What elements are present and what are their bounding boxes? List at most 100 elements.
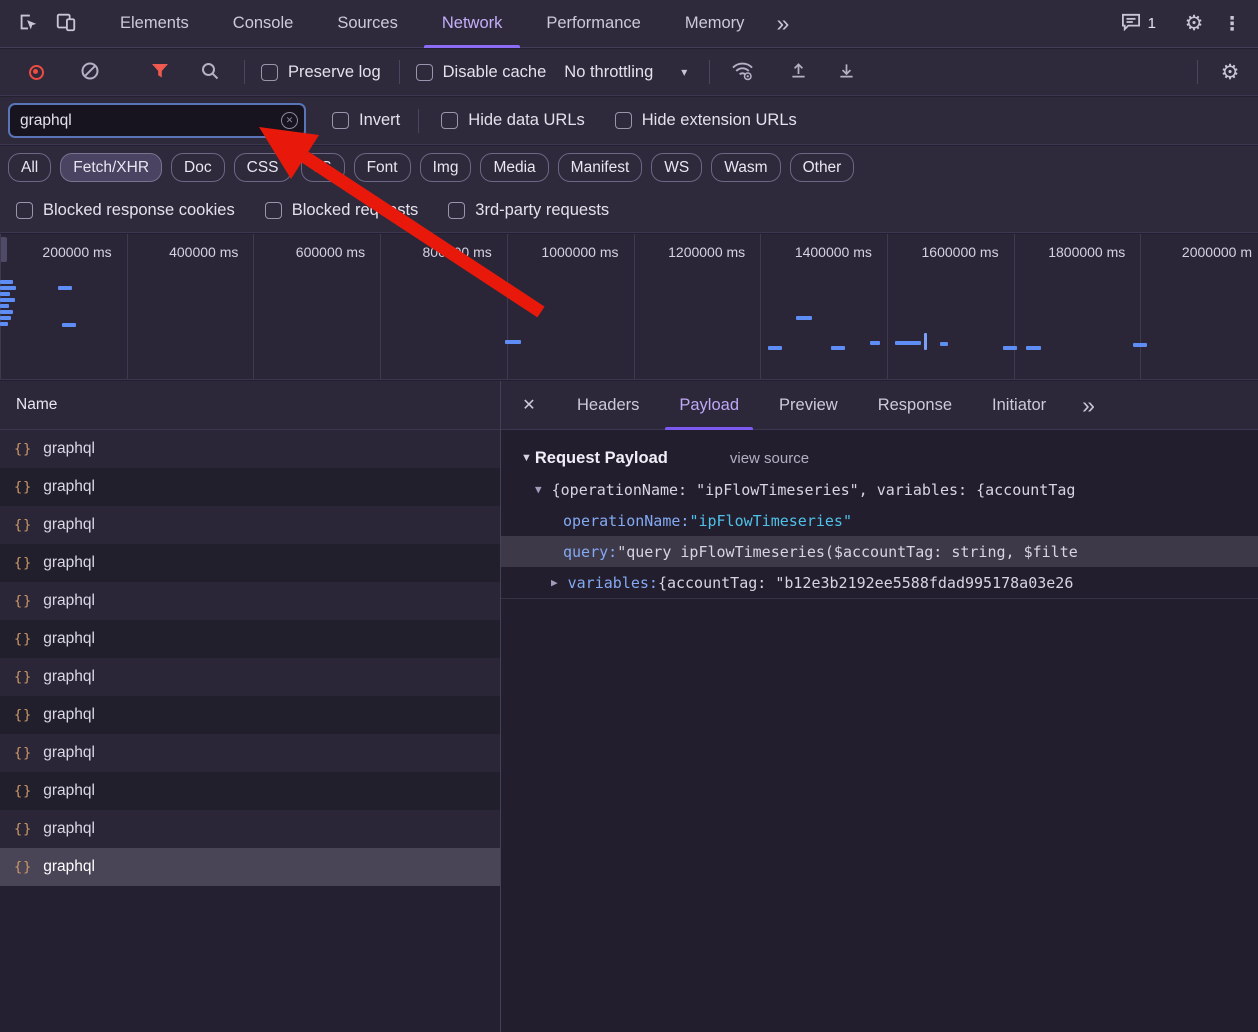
chip-doc[interactable]: Doc	[171, 153, 225, 182]
chip-manifest[interactable]: Manifest	[558, 153, 643, 182]
chip-js[interactable]: JS	[301, 153, 345, 182]
extra-filter-bar: Blocked response cookies Blocked requests…	[0, 189, 1258, 233]
throttling-select[interactable]: No throttling ▾	[564, 63, 687, 82]
timeline-label: 800000 ms	[381, 234, 507, 260]
detail-tab-payload[interactable]: Payload	[659, 381, 759, 430]
tab-console[interactable]: Console	[211, 0, 316, 48]
customize-devtools-button[interactable]: ⋮	[1216, 8, 1248, 40]
hide-data-urls-checkbox[interactable]: Hide data URLs	[441, 111, 584, 130]
request-details-panel: ✕ HeadersPayloadPreviewResponseInitiator…	[501, 381, 1258, 1032]
chip-css[interactable]: CSS	[234, 153, 292, 182]
request-name: graphql	[43, 478, 95, 496]
waterfall-mark	[796, 316, 812, 320]
tab-memory[interactable]: Memory	[663, 0, 767, 48]
hide-extension-urls-checkbox[interactable]: Hide extension URLs	[615, 111, 797, 130]
request-row[interactable]: {}graphql	[0, 544, 500, 582]
request-name: graphql	[43, 668, 95, 686]
request-row[interactable]: {}graphql	[0, 772, 500, 810]
collapse-triangle-icon[interactable]: ▼	[521, 452, 532, 464]
export-har-button[interactable]	[830, 56, 862, 88]
chip-ws[interactable]: WS	[651, 153, 702, 182]
inspect-element-button[interactable]	[12, 8, 44, 40]
chip-font[interactable]: Font	[354, 153, 411, 182]
waterfall-mark	[1003, 346, 1017, 350]
disable-cache-checkbox[interactable]: Disable cache	[416, 63, 547, 82]
chip-all[interactable]: All	[8, 153, 51, 182]
request-row[interactable]: {}graphql	[0, 506, 500, 544]
more-panels-icon[interactable]: »	[766, 12, 799, 35]
request-row[interactable]: {}graphql	[0, 620, 500, 658]
clear-filter-icon[interactable]: ✕	[281, 112, 298, 129]
waterfall-mark	[1026, 346, 1041, 350]
request-row[interactable]: {}graphql	[0, 468, 500, 506]
expand-arrow-icon[interactable]: ▶	[551, 576, 558, 589]
view-source-link[interactable]: view source	[730, 450, 809, 467]
detail-tab-response[interactable]: Response	[858, 381, 972, 430]
timeline-column: 1400000 ms	[760, 234, 887, 379]
chip-other[interactable]: Other	[790, 153, 855, 182]
upload-icon	[788, 60, 809, 84]
issues-button[interactable]: 1	[1121, 8, 1156, 40]
clear-network-log-button[interactable]	[74, 56, 106, 88]
devtools-main-tabbar: ElementsConsoleSourcesNetworkPerformance…	[0, 0, 1258, 48]
chip-wasm[interactable]: Wasm	[711, 153, 780, 182]
checkbox-blocked-response-cookies[interactable]: Blocked response cookies	[16, 201, 235, 220]
timeline-label: 200000 ms	[1, 234, 127, 260]
filter-input[interactable]	[8, 103, 306, 138]
checkbox-3rd-party-requests[interactable]: 3rd-party requests	[448, 201, 609, 220]
chip-fetch-xhr[interactable]: Fetch/XHR	[60, 153, 162, 182]
request-type-bar: All Fetch/XHR Doc CSS JS Font Img Media Manifest…	[0, 146, 1258, 189]
checkbox-icon	[416, 64, 433, 81]
payload-row-query[interactable]: query: "query ipFlowTimeseries($accountT…	[501, 536, 1258, 567]
divider	[399, 60, 400, 84]
network-settings-button[interactable]: ⚙	[1214, 56, 1246, 88]
close-details-icon[interactable]: ✕	[501, 395, 557, 415]
detail-tab-headers[interactable]: Headers	[557, 381, 659, 430]
network-conditions-button[interactable]	[726, 56, 758, 88]
request-name: graphql	[43, 706, 95, 724]
request-row[interactable]: {}graphql	[0, 430, 500, 468]
record-network-log-button[interactable]	[20, 56, 52, 88]
tab-network[interactable]: Network	[420, 0, 525, 48]
tab-elements[interactable]: Elements	[98, 0, 211, 48]
tab-performance[interactable]: Performance	[524, 0, 662, 48]
name-column-header[interactable]: Name	[0, 381, 500, 430]
request-row[interactable]: {} graphql	[0, 734, 500, 772]
request-name: graphql	[43, 744, 95, 762]
request-row[interactable]: {}graphql	[0, 582, 500, 620]
payload-row-operationname[interactable]: operationName: "ipFlowTimeseries"	[501, 505, 1258, 536]
json-braces-icon: {}	[14, 631, 32, 647]
request-row[interactable]: {}graphql	[0, 848, 500, 886]
payload-row-variables[interactable]: ▶variables: {accountTag: "b12e3b2192ee55…	[501, 567, 1258, 598]
payload-panel: ▼ Request Payload view source ▼ {operati…	[501, 430, 1258, 1032]
more-detail-tabs-icon[interactable]: »	[1072, 394, 1105, 417]
waterfall-mark	[0, 292, 10, 296]
preserve-log-label: Preserve log	[288, 63, 381, 82]
device-toolbar-button[interactable]	[50, 8, 82, 40]
import-har-button[interactable]	[782, 56, 814, 88]
settings-button[interactable]: ⚙	[1178, 8, 1210, 40]
request-name: graphql	[43, 554, 95, 572]
divider	[709, 60, 710, 84]
filter-toggle-button[interactable]	[144, 56, 176, 88]
tab-sources[interactable]: Sources	[315, 0, 420, 48]
request-row[interactable]: {}graphql	[0, 810, 500, 848]
waterfall-mark	[62, 323, 76, 327]
timeline-column: 2000000 m	[1140, 234, 1258, 379]
preserve-log-checkbox[interactable]: Preserve log	[261, 63, 381, 82]
detail-tab-preview[interactable]: Preview	[759, 381, 858, 430]
expand-arrow-icon[interactable]: ▼	[535, 483, 542, 496]
checkbox-blocked-requests[interactable]: Blocked requests	[265, 201, 419, 220]
request-row[interactable]: {}graphql	[0, 658, 500, 696]
search-button[interactable]	[194, 56, 226, 88]
timeline-overview[interactable]: 200000 ms400000 ms600000 ms800000 ms1000…	[0, 234, 1258, 380]
detail-tab-initiator[interactable]: Initiator	[972, 381, 1066, 430]
request-name: graphql	[43, 592, 95, 610]
chip-media[interactable]: Media	[480, 153, 548, 182]
payload-preview-row[interactable]: ▼ {operationName: "ipFlowTimeseries", va…	[501, 474, 1258, 505]
json-braces-icon: {}	[14, 745, 32, 761]
invert-checkbox[interactable]: Invert	[332, 111, 400, 130]
payload-value: {accountTag: "b12e3b2192ee5588fdad995178…	[658, 574, 1073, 592]
chip-img[interactable]: Img	[420, 153, 472, 182]
request-row[interactable]: {}graphql	[0, 696, 500, 734]
